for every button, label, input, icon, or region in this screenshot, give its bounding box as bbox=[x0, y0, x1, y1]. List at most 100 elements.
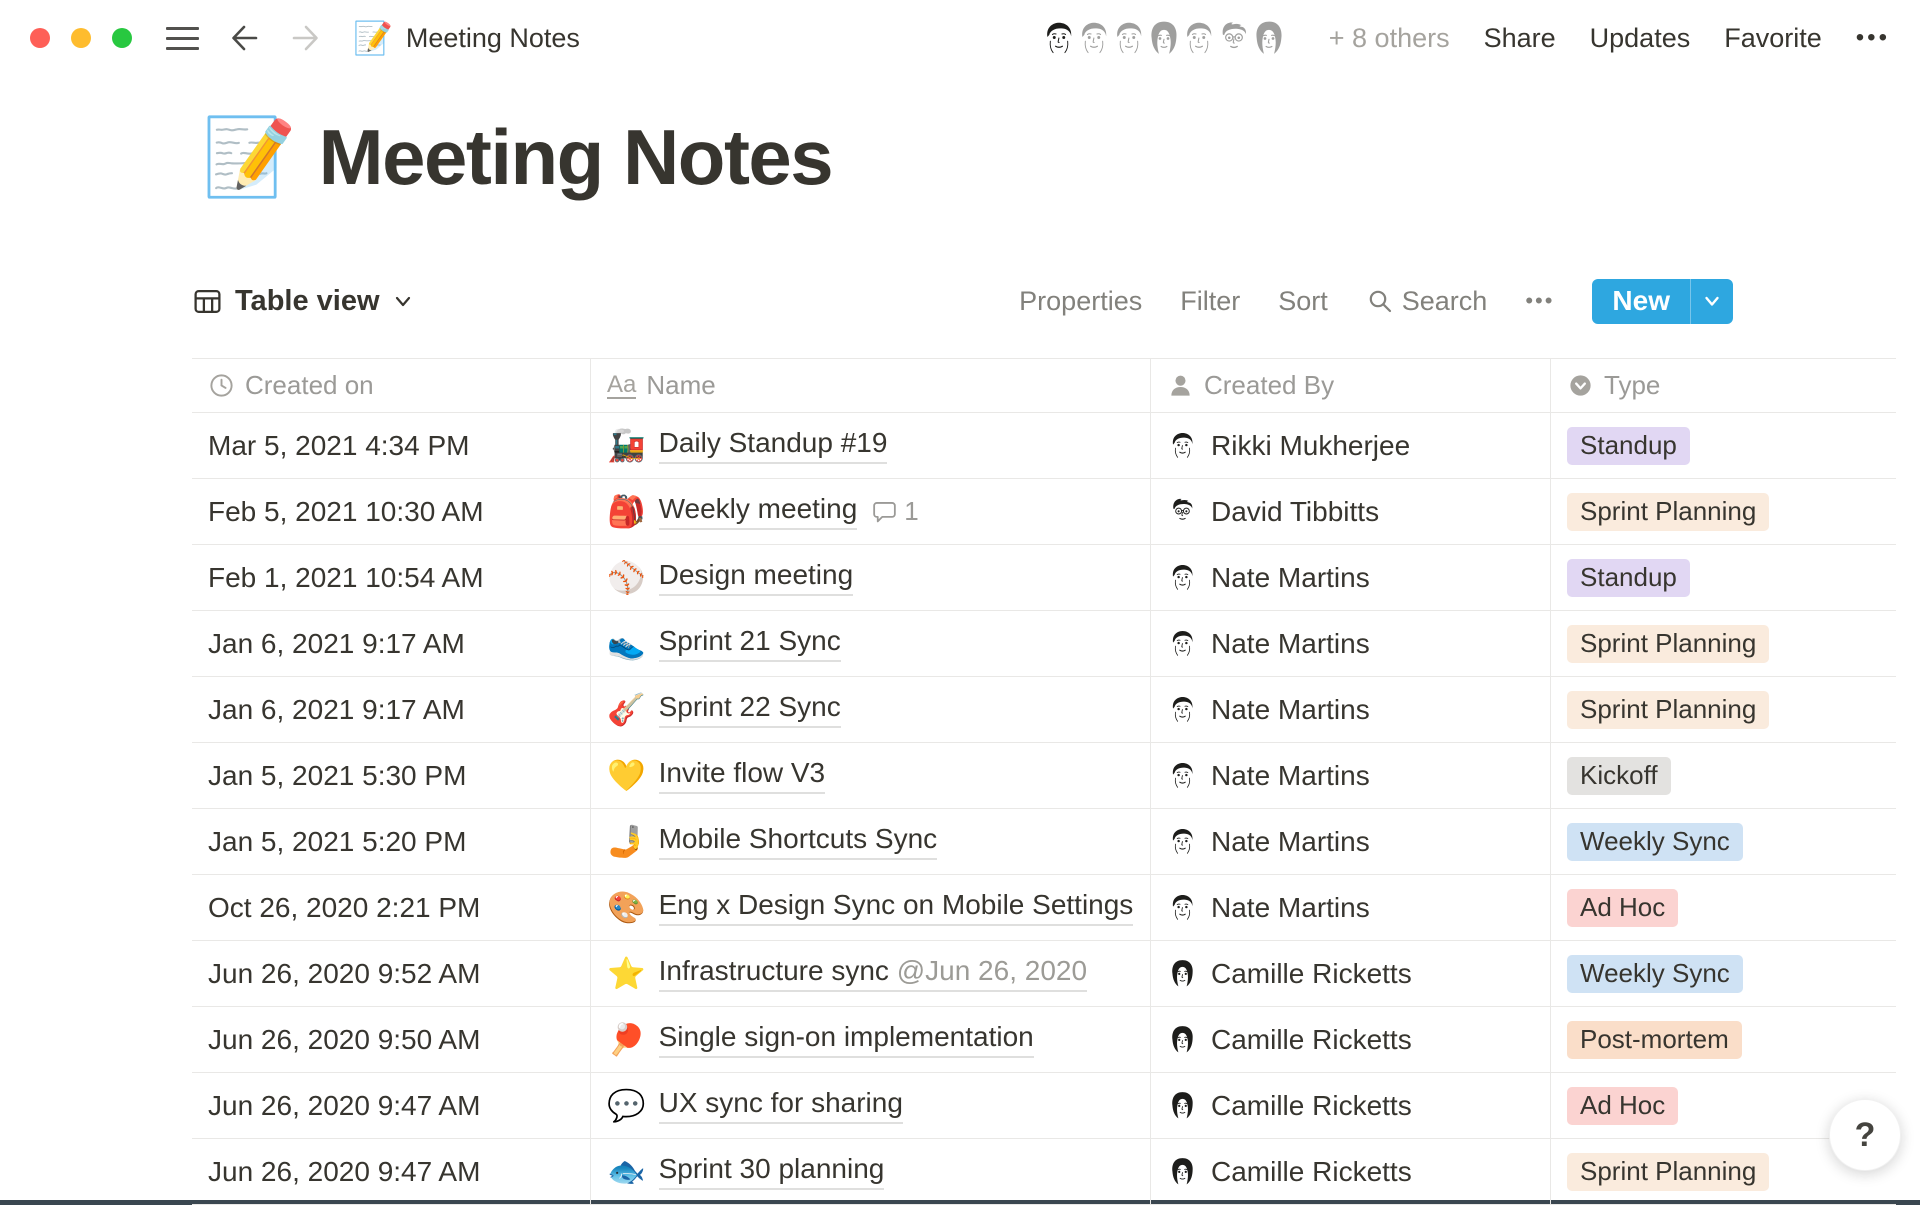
name-cell: 🎒Weekly meeting 1 bbox=[591, 479, 1151, 544]
type-cell[interactable]: Standup bbox=[1551, 413, 1896, 478]
created-by-cell[interactable]: David Tibbitts bbox=[1151, 479, 1551, 544]
table-view-tab[interactable]: Table view bbox=[192, 285, 414, 318]
more-options-icon[interactable]: ••• bbox=[1856, 24, 1890, 52]
page-link[interactable]: 🚂Daily Standup #19 bbox=[607, 427, 887, 464]
help-button[interactable]: ? bbox=[1829, 1099, 1901, 1171]
sort-button[interactable]: Sort bbox=[1278, 286, 1328, 317]
type-cell[interactable]: Sprint Planning bbox=[1551, 677, 1896, 742]
page-emoji-icon[interactable]: 📝 bbox=[202, 120, 297, 196]
column-header-name[interactable]: AaName bbox=[591, 359, 1151, 412]
created-by-cell[interactable]: Camille Ricketts bbox=[1151, 941, 1551, 1006]
share-button[interactable]: Share bbox=[1484, 23, 1556, 54]
new-button-group: New bbox=[1592, 279, 1733, 324]
created-on-cell[interactable]: Jun 26, 2020 9:47 AM bbox=[192, 1073, 591, 1138]
page-link[interactable]: 🎒Weekly meeting bbox=[607, 493, 857, 530]
column-header-created-on[interactable]: Created on bbox=[192, 359, 591, 412]
created-by-cell[interactable]: Nate Martins bbox=[1151, 875, 1551, 940]
page-emoji-icon: 🎸 bbox=[607, 694, 646, 725]
created-on-cell[interactable]: Jun 26, 2020 9:52 AM bbox=[192, 941, 591, 1006]
page-link[interactable]: 🐟Sprint 30 planning bbox=[607, 1153, 884, 1190]
type-cell[interactable]: Kickoff bbox=[1551, 743, 1896, 808]
properties-button[interactable]: Properties bbox=[1019, 286, 1142, 317]
column-header-created-by[interactable]: Created By bbox=[1151, 359, 1551, 412]
minimize-window-button[interactable] bbox=[71, 28, 91, 48]
avatar bbox=[1167, 826, 1198, 857]
created-on-cell[interactable]: Jan 6, 2021 9:17 AM bbox=[192, 677, 591, 742]
page-link[interactable]: 👟Sprint 21 Sync bbox=[607, 625, 841, 662]
view-more-options-icon[interactable]: ••• bbox=[1525, 288, 1554, 314]
back-arrow-icon[interactable] bbox=[227, 21, 261, 55]
created-by-cell[interactable]: Nate Martins bbox=[1151, 743, 1551, 808]
filter-button[interactable]: Filter bbox=[1180, 286, 1240, 317]
collaborator-avatars[interactable] bbox=[1037, 16, 1291, 60]
page-header: 📝 Meeting Notes bbox=[202, 112, 832, 203]
created-on-cell[interactable]: Jan 5, 2021 5:30 PM bbox=[192, 743, 591, 808]
page-link[interactable]: 🎸Sprint 22 Sync bbox=[607, 691, 841, 728]
page-name: Daily Standup #19 bbox=[659, 427, 888, 464]
type-cell[interactable]: Standup bbox=[1551, 545, 1896, 610]
chevron-down-icon bbox=[392, 290, 414, 312]
sidebar-menu-icon[interactable] bbox=[166, 27, 199, 50]
created-on-cell[interactable]: Jun 26, 2020 9:50 AM bbox=[192, 1007, 591, 1072]
person-chip: Nate Martins bbox=[1167, 892, 1370, 924]
created-on-cell[interactable]: Jun 26, 2020 9:47 AM bbox=[192, 1139, 591, 1204]
created-by-cell[interactable]: Nate Martins bbox=[1151, 611, 1551, 676]
forward-arrow-icon[interactable] bbox=[289, 21, 323, 55]
type-cell[interactable]: Ad Hoc bbox=[1551, 875, 1896, 940]
search-button[interactable]: Search bbox=[1366, 286, 1488, 317]
close-window-button[interactable] bbox=[30, 28, 50, 48]
updates-button[interactable]: Updates bbox=[1590, 23, 1691, 54]
created-by-cell[interactable]: Nate Martins bbox=[1151, 545, 1551, 610]
new-dropdown-button[interactable] bbox=[1691, 279, 1733, 324]
page-name: Weekly meeting bbox=[659, 493, 858, 530]
type-cell[interactable]: Sprint Planning bbox=[1551, 479, 1896, 544]
created-on-cell[interactable]: Feb 5, 2021 10:30 AM bbox=[192, 479, 591, 544]
name-cell: ⭐Infrastructure sync @Jun 26, 2020 bbox=[591, 941, 1151, 1006]
type-cell[interactable]: Sprint Planning bbox=[1551, 611, 1896, 676]
type-cell[interactable]: Weekly Sync bbox=[1551, 809, 1896, 874]
type-cell[interactable]: Weekly Sync bbox=[1551, 941, 1896, 1006]
created-by-cell[interactable]: Camille Ricketts bbox=[1151, 1139, 1551, 1204]
created-by-cell[interactable]: Nate Martins bbox=[1151, 677, 1551, 742]
column-header-type[interactable]: Type bbox=[1551, 359, 1896, 412]
created-by-cell[interactable]: Camille Ricketts bbox=[1151, 1007, 1551, 1072]
table-row: Feb 1, 2021 10:54 AM ⚾Design meeting Nate … bbox=[192, 545, 1896, 611]
created-by-name: Rikki Mukherjee bbox=[1211, 430, 1410, 462]
person-chip: Nate Martins bbox=[1167, 562, 1370, 594]
comment-count-value: 1 bbox=[904, 496, 918, 527]
page-link[interactable]: 💛Invite flow V3 bbox=[607, 757, 825, 794]
type-cell[interactable]: Post-mortem bbox=[1551, 1007, 1896, 1072]
person-chip: Rikki Mukherjee bbox=[1167, 430, 1410, 462]
zoom-window-button[interactable] bbox=[112, 28, 132, 48]
comment-count[interactable]: 1 bbox=[871, 496, 918, 527]
page-link[interactable]: ⚾Design meeting bbox=[607, 559, 853, 596]
created-on-cell[interactable]: Feb 1, 2021 10:54 AM bbox=[192, 545, 591, 610]
created-on-cell[interactable]: Oct 26, 2020 2:21 PM bbox=[192, 875, 591, 940]
page-emoji-icon: 💛 bbox=[607, 760, 646, 791]
created-on-cell[interactable]: Jan 6, 2021 9:17 AM bbox=[192, 611, 591, 676]
page-link[interactable]: 💬UX sync for sharing bbox=[607, 1087, 903, 1124]
type-badge: Standup bbox=[1567, 427, 1690, 465]
created-on-cell[interactable]: Jan 5, 2021 5:20 PM bbox=[192, 809, 591, 874]
page-emoji-icon: 🎨 bbox=[607, 892, 646, 923]
collaborator-avatar[interactable] bbox=[1037, 16, 1081, 60]
breadcrumb[interactable]: 📝 Meeting Notes bbox=[353, 22, 580, 54]
page-title[interactable]: Meeting Notes bbox=[319, 112, 833, 203]
favorite-button[interactable]: Favorite bbox=[1724, 23, 1822, 54]
others-count[interactable]: + 8 others bbox=[1329, 23, 1450, 54]
page-link[interactable]: 🏓Single sign-on implementation bbox=[607, 1021, 1034, 1058]
created-by-cell[interactable]: Camille Ricketts bbox=[1151, 1073, 1551, 1138]
created-by-cell[interactable]: Rikki Mukherjee bbox=[1151, 413, 1551, 478]
window-controls bbox=[30, 28, 132, 48]
page-link[interactable]: 🎨Eng x Design Sync on Mobile Settings bbox=[607, 889, 1133, 926]
created-by-cell[interactable]: Nate Martins bbox=[1151, 809, 1551, 874]
page-link[interactable]: 🤳Mobile Shortcuts Sync bbox=[607, 823, 937, 860]
type-badge: Weekly Sync bbox=[1567, 823, 1743, 861]
created-on-cell[interactable]: Mar 5, 2021 4:34 PM bbox=[192, 413, 591, 478]
new-button[interactable]: New bbox=[1592, 279, 1690, 324]
created-by-name: Camille Ricketts bbox=[1211, 1156, 1412, 1188]
person-chip: Nate Martins bbox=[1167, 628, 1370, 660]
person-chip: Nate Martins bbox=[1167, 760, 1370, 792]
page-emoji-icon: 💬 bbox=[607, 1090, 646, 1121]
page-link[interactable]: ⭐Infrastructure sync @Jun 26, 2020 bbox=[607, 955, 1087, 992]
